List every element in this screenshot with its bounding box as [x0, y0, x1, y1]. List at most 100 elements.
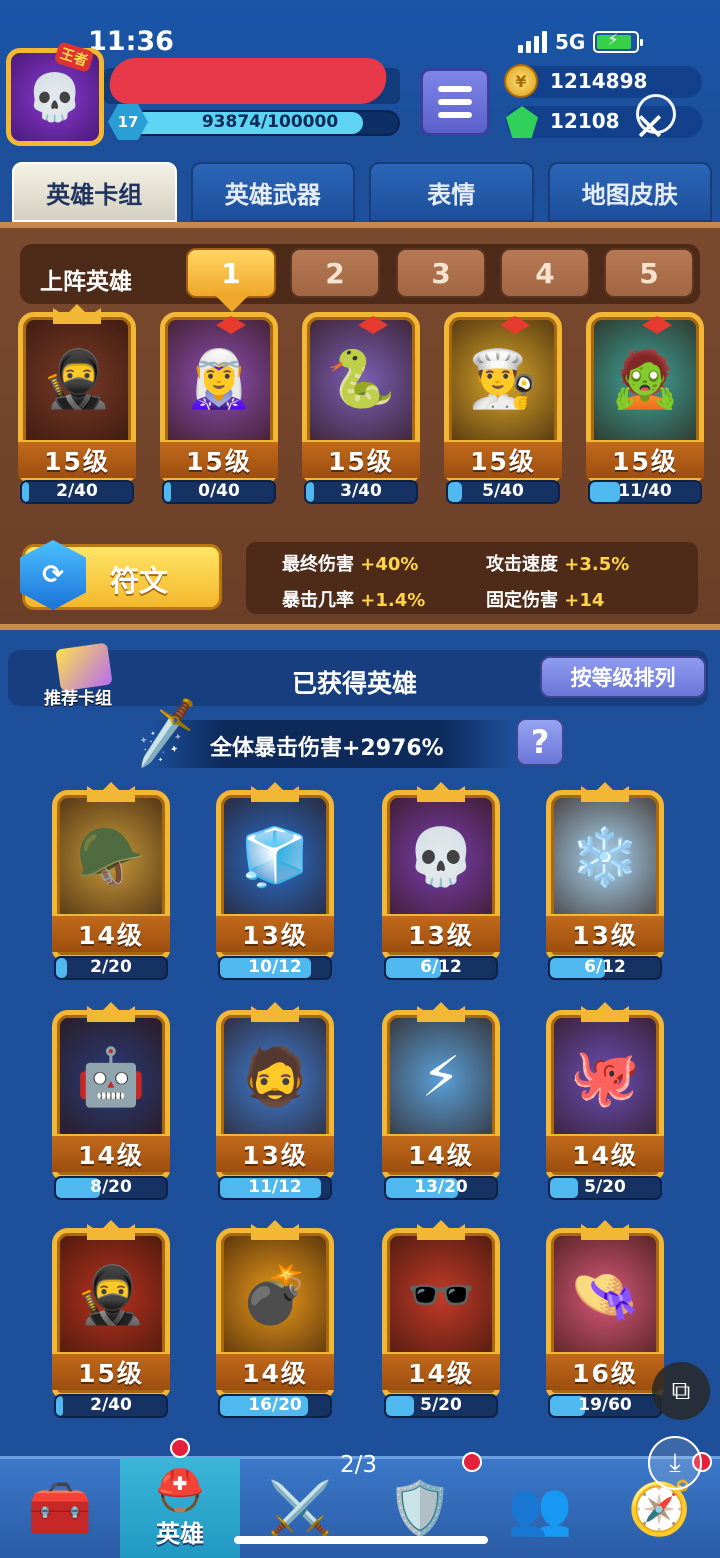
crown-icon	[251, 1002, 299, 1022]
crown-icon	[417, 782, 465, 802]
hero-progress-text: 6/12	[420, 957, 462, 977]
deck-button-5[interactable]: 5	[604, 248, 694, 298]
octopus-pirate-hero-icon: 🐙	[570, 1045, 640, 1110]
tab-hero-weapons[interactable]: 英雄武器	[190, 162, 355, 222]
crown-icon	[87, 1220, 135, 1240]
menu-button[interactable]	[420, 68, 490, 136]
hero-progress-text: 2/40	[90, 1395, 132, 1415]
gem-amount: 12108	[550, 109, 620, 133]
hero-level-label: 15级	[444, 440, 562, 478]
ice-golem-hero-icon: 🧊	[240, 825, 310, 890]
notification-dot	[462, 1452, 482, 1472]
skull-mage-hero-icon: 💀	[406, 825, 476, 890]
crown-icon	[251, 782, 299, 802]
hero-level-label: 16级	[546, 1352, 664, 1390]
nav-treasure-chest[interactable]: 🧰	[0, 1458, 120, 1558]
crown-icon	[417, 1220, 465, 1240]
chef-hero-icon: 👨‍🍳	[468, 347, 538, 412]
hero-progress-text: 8/20	[90, 1177, 132, 1197]
battery-icon: ⚡	[593, 30, 644, 53]
treasure-chest-icon: 🧰	[27, 1478, 93, 1539]
hero-progress-text: 6/12	[584, 957, 626, 977]
hero-progress-text: 0/40	[198, 481, 240, 501]
lineup-title: 上阵英雄	[40, 269, 132, 295]
frost-king-hero-icon: 🧔	[240, 1045, 310, 1110]
deck-button-4[interactable]: 4	[500, 248, 590, 298]
sort-by-level-button[interactable]: 按等级排列	[540, 656, 706, 698]
overlay-close-icon[interactable]: ✕	[634, 108, 666, 146]
hero-level-label: 13级	[216, 914, 334, 952]
hero-level-label: 13级	[382, 914, 500, 952]
nav-knight-helmet[interactable]: ⛑️ 英雄	[120, 1458, 240, 1558]
hero-level-label: 14级	[382, 1134, 500, 1172]
hero-level-label: 14级	[52, 1134, 170, 1172]
knight-helmet-icon: ⛑️	[155, 1468, 205, 1514]
deck-button-1[interactable]: 1	[186, 248, 276, 298]
hero-level-label: 15级	[52, 1352, 170, 1390]
nav-team[interactable]: 👥	[480, 1458, 600, 1558]
fire-ninja-hero-icon: 🥷	[76, 1263, 146, 1328]
hero-level-label: 14级	[216, 1352, 334, 1390]
hero-progress-text: 3/40	[340, 481, 382, 501]
notification-dot	[170, 1438, 190, 1458]
stat-fixed-damage: 固定伤害 +14	[486, 590, 605, 611]
tab-bar: 英雄卡组 英雄武器 表情 地图皮肤	[12, 162, 712, 222]
knight-hero-icon: 🪖	[76, 825, 146, 890]
scan-text-icon[interactable]: ⧉	[652, 1362, 710, 1420]
crown-icon	[251, 1220, 299, 1240]
crown-icon	[581, 782, 629, 802]
hero-progress-text: 5/40	[482, 481, 524, 501]
hero-progress-text: 16/20	[248, 1395, 302, 1415]
home-indicator[interactable]	[234, 1536, 488, 1544]
download-icon[interactable]: ⤓	[648, 1436, 702, 1490]
crown-icon	[417, 1002, 465, 1022]
help-button[interactable]: ?	[516, 718, 564, 766]
sorceress-hero-icon: 🧝‍♀️	[184, 347, 254, 412]
hero-progress-text: 5/20	[584, 1177, 626, 1197]
hero-level-label: 15级	[586, 440, 704, 478]
xp-text: 93874/100000	[201, 112, 339, 132]
coin-icon: ¥	[504, 64, 538, 98]
ninja-hero-icon: 🥷	[42, 347, 112, 412]
tab-emotes[interactable]: 表情	[369, 162, 534, 222]
crit-bonus-text: 全体暴击伤害+2976%	[210, 736, 444, 761]
zeus-hero-icon: ⚡	[421, 1044, 461, 1110]
redacted-name	[106, 58, 390, 104]
yeti-hero-icon: ❄️	[570, 825, 640, 890]
crown-icon	[87, 782, 135, 802]
hero-level-label: 13级	[546, 914, 664, 952]
shield-crown-icon: 🛡️	[387, 1478, 453, 1539]
rune-label: 符文	[110, 564, 169, 598]
cyber-hero-icon: 🤖	[76, 1045, 146, 1110]
status-indicators: 5G ⚡	[518, 30, 644, 54]
hero-progress-text: 11/40	[618, 481, 672, 501]
stat-crit-chance: 暴击几率 +1.4%	[282, 590, 426, 611]
deck-button-3[interactable]: 3	[396, 248, 486, 298]
network-label: 5G	[555, 30, 586, 54]
bomb-hero-icon: 💣	[240, 1263, 310, 1328]
hero-level-label: 13级	[216, 1134, 334, 1172]
deck-button-2[interactable]: 2	[290, 248, 380, 298]
recommend-deck-label[interactable]: 推荐卡组	[44, 684, 112, 709]
pink-lady-hero-icon: 👒	[570, 1263, 640, 1328]
signal-icon	[518, 31, 547, 53]
hero-level-label: 15级	[160, 440, 278, 478]
hero-level-label: 15级	[18, 440, 136, 478]
stat-attack-speed: 攻击速度 +3.5%	[486, 554, 630, 575]
hero-level-label: 14级	[52, 914, 170, 952]
agent-hero-icon: 🕶️	[406, 1263, 476, 1328]
hero-level-label: 14级	[546, 1134, 664, 1172]
skull-avatar-icon: 💀	[26, 69, 84, 124]
hero-progress-text: 13/20	[414, 1177, 468, 1197]
tab-map-skins[interactable]: 地图皮肤	[547, 162, 712, 222]
hero-progress-text: 11/12	[248, 1177, 302, 1197]
coin-amount: 1214898	[550, 69, 648, 93]
tab-hero-deck[interactable]: 英雄卡组	[12, 162, 177, 222]
hero-level-label: 15级	[302, 440, 420, 478]
hero-progress-text: 19/60	[578, 1395, 632, 1415]
hero-progress-text: 2/40	[56, 481, 98, 501]
stat-final-damage: 最终伤害 +40%	[282, 554, 419, 575]
page-indicator: 2/3	[340, 1452, 378, 1478]
collection-title: 已获得英雄	[292, 669, 418, 698]
team-icon: 👥	[507, 1478, 573, 1539]
